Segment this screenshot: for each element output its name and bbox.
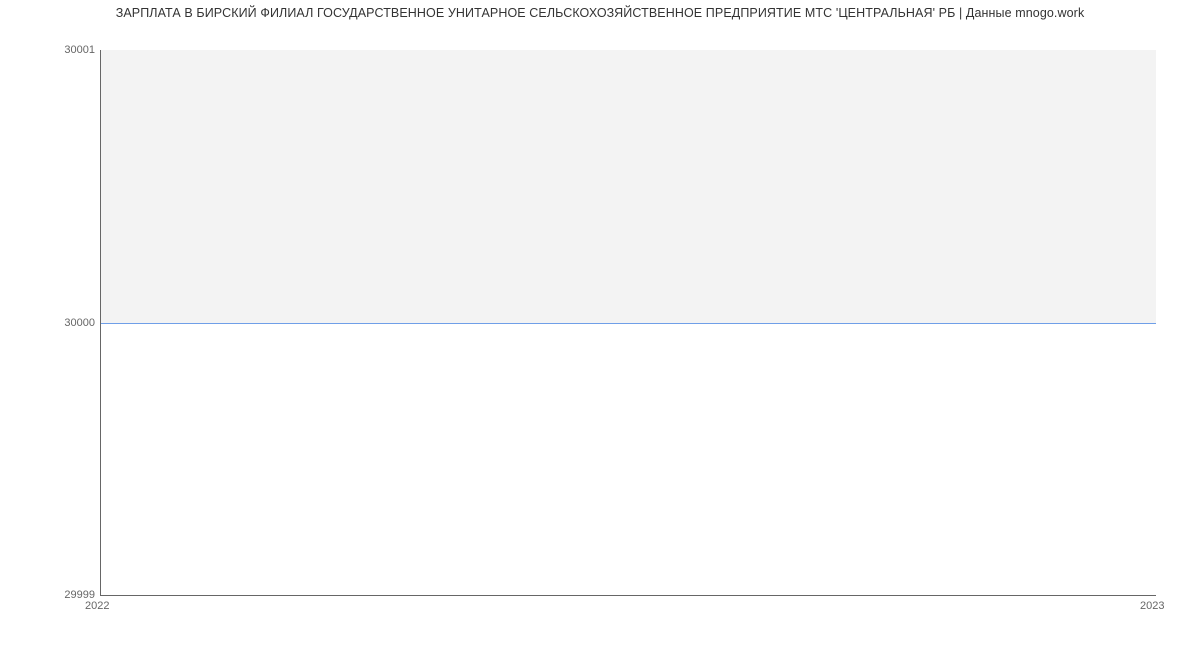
salary-chart: ЗАРПЛАТА В БИРСКИЙ ФИЛИАЛ ГОСУДАРСТВЕННО… — [0, 0, 1200, 650]
x-tick-label: 2022 — [85, 600, 109, 612]
y-tick-label: 30000 — [5, 317, 95, 329]
plot-area — [100, 50, 1156, 596]
x-tick-label: 2023 — [1140, 600, 1164, 612]
y-tick-label: 29999 — [5, 589, 95, 601]
y-tick-label: 30001 — [5, 44, 95, 56]
grid-band — [101, 50, 1156, 323]
chart-title: ЗАРПЛАТА В БИРСКИЙ ФИЛИАЛ ГОСУДАРСТВЕННО… — [0, 6, 1200, 20]
series-line — [101, 323, 1156, 324]
